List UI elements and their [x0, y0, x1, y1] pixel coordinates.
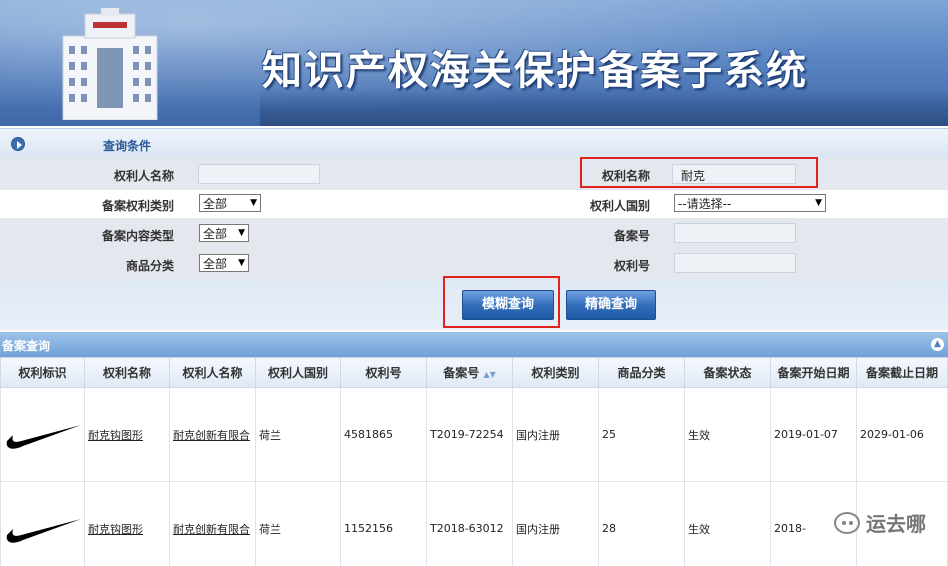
- column-header-sortable[interactable]: 备案号 ▲▼: [426, 357, 513, 388]
- dropdown-arrow-icon: ▼: [238, 258, 245, 268]
- record-no-cell: T2019-72254: [426, 387, 513, 482]
- header-banner: 知识产权海关保护备案子系统: [0, 0, 948, 126]
- goods-class-cell: 25: [598, 387, 685, 482]
- exact-query-button[interactable]: 精确查询: [566, 290, 656, 320]
- column-header[interactable]: 权利人国别: [255, 357, 341, 388]
- status-cell: 生效: [684, 481, 771, 566]
- country-cell: 荷兰: [255, 387, 341, 482]
- query-row-3: 备案内容类型 全部 ▼ 备案号: [0, 218, 948, 248]
- right-type-select[interactable]: 全部 ▼: [199, 194, 261, 212]
- column-header[interactable]: 备案状态: [684, 357, 771, 388]
- table-row[interactable]: 耐克钩图形 耐克创新有限合 荷兰 1152156 T2018-63012 国内注…: [0, 481, 948, 566]
- right-no-label: 权利号: [613, 259, 650, 273]
- right-logo-cell: [0, 481, 85, 566]
- right-type-cell: 国内注册: [512, 387, 599, 482]
- record-no-label: 备案号: [613, 229, 650, 243]
- country-cell: 荷兰: [255, 481, 341, 566]
- right-logo-cell: [0, 387, 85, 482]
- query-conditions-title: 查询条件: [103, 139, 152, 153]
- end-date-cell: 2029-01-06: [856, 387, 948, 482]
- rightsholder-country-label: 权利人国别: [589, 199, 650, 213]
- column-header[interactable]: 权利人名称: [169, 357, 256, 388]
- column-header-label: 备案号: [443, 366, 480, 380]
- right-no-cell: 1152156: [340, 481, 427, 566]
- right-type-label: 备案权利类别: [101, 199, 174, 213]
- record-no-cell: T2018-63012: [426, 481, 513, 566]
- goods-class-select[interactable]: 全部 ▼: [199, 254, 249, 272]
- rightsholder-link[interactable]: 耐克创新有限合: [169, 387, 256, 482]
- right-type-cell: 国内注册: [512, 481, 599, 566]
- watermark-text: 运去哪: [866, 512, 926, 536]
- table-header-row: 权利标识 权利名称 权利人名称 权利人国别 权利号 备案号 ▲▼ 权利类别 商品…: [0, 357, 948, 388]
- column-header[interactable]: 权利名称: [84, 357, 170, 388]
- expand-arrow-icon[interactable]: [11, 137, 25, 151]
- results-header: 备案查询 ▲: [0, 332, 948, 357]
- system-title: 知识产权海关保护备案子系统: [262, 47, 808, 94]
- dropdown-arrow-icon: ▼: [815, 198, 822, 208]
- sort-icon[interactable]: ▲▼: [483, 370, 495, 379]
- nike-swoosh-logo: [6, 519, 82, 543]
- collapse-up-icon[interactable]: ▲: [931, 338, 944, 351]
- dropdown-arrow-icon: ▼: [250, 198, 257, 208]
- content-type-select[interactable]: 全部 ▼: [199, 224, 249, 242]
- results-title: 备案查询: [2, 339, 51, 353]
- column-header[interactable]: 备案开始日期: [770, 357, 857, 388]
- goods-class-cell: 28: [598, 481, 685, 566]
- right-name-highlight-box: [580, 157, 818, 188]
- content-type-select-value: 全部: [203, 226, 228, 241]
- results-table: 权利标识 权利名称 权利人名称 权利人国别 权利号 备案号 ▲▼ 权利类别 商品…: [0, 357, 948, 566]
- query-row-2: 备案权利类别 全部 ▼ 权利人国别 --请选择-- ▼: [0, 190, 948, 218]
- query-conditions-header: 查询条件: [0, 128, 948, 158]
- right-no-cell: 4581865: [340, 387, 427, 482]
- customs-building-image: [62, 8, 158, 120]
- right-no-input[interactable]: [674, 253, 796, 273]
- goods-class-label: 商品分类: [125, 259, 174, 273]
- watermark: 运去哪: [834, 508, 926, 537]
- record-no-input[interactable]: [674, 223, 796, 243]
- column-header[interactable]: 备案截止日期: [856, 357, 948, 388]
- column-header[interactable]: 商品分类: [598, 357, 685, 388]
- column-header[interactable]: 权利标识: [0, 357, 85, 388]
- column-header[interactable]: 权利类别: [512, 357, 599, 388]
- start-date-cell: 2019-01-07: [770, 387, 857, 482]
- fuzzy-query-highlight-box: [443, 276, 560, 328]
- right-name-link[interactable]: 耐克钩图形: [84, 481, 170, 566]
- rightsholder-link[interactable]: 耐克创新有限合: [169, 481, 256, 566]
- column-header[interactable]: 权利号: [340, 357, 427, 388]
- rightsholder-name-input[interactable]: [198, 164, 320, 184]
- wechat-icon: [834, 511, 860, 534]
- content-type-label: 备案内容类型: [101, 229, 174, 243]
- status-cell: 生效: [684, 387, 771, 482]
- rightsholder-country-select[interactable]: --请选择-- ▼: [674, 194, 826, 212]
- right-name-link[interactable]: 耐克钩图形: [84, 387, 170, 482]
- table-row[interactable]: 耐克钩图形 耐克创新有限合 荷兰 4581865 T2019-72254 国内注…: [0, 387, 948, 482]
- rightsholder-name-label: 权利人名称: [113, 169, 174, 183]
- nike-swoosh-logo: [6, 425, 82, 449]
- goods-class-select-value: 全部: [203, 256, 228, 271]
- dropdown-arrow-icon: ▼: [238, 228, 245, 238]
- right-type-select-value: 全部: [203, 196, 228, 211]
- rightsholder-country-select-value: --请选择--: [678, 196, 732, 211]
